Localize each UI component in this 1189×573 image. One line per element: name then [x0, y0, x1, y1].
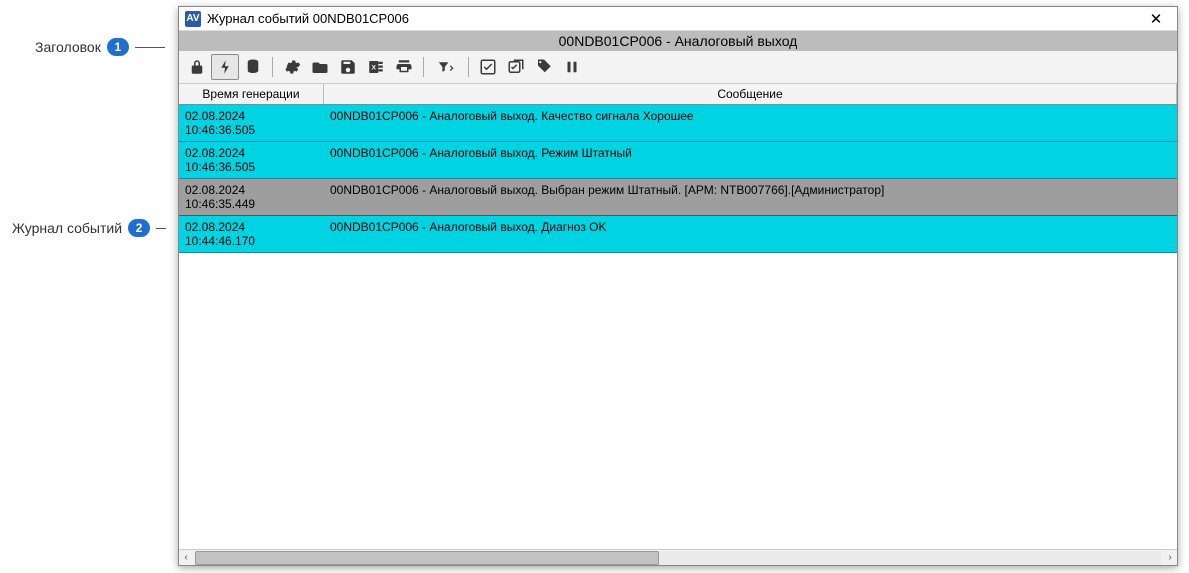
grid-body[interactable]: 02.08.2024 10:46:36.505 00NDB01CP006 - А…	[179, 105, 1177, 549]
scroll-right-icon[interactable]: ›	[1163, 551, 1177, 565]
horizontal-scrollbar[interactable]: ‹ ›	[179, 549, 1177, 565]
table-row[interactable]: 02.08.2024 10:46:35.449 00NDB01CP006 - А…	[179, 179, 1177, 216]
callout-line	[156, 228, 166, 229]
svg-text:X: X	[371, 64, 376, 71]
toolbar-separator	[468, 57, 469, 77]
close-icon[interactable]: ✕	[1141, 9, 1171, 29]
cell-msg: 00NDB01CP006 - Аналоговый выход. Диагноз…	[324, 216, 1177, 252]
cell-msg: 00NDB01CP006 - Аналоговый выход. Режим Ш…	[324, 142, 1177, 178]
table-row[interactable]: 02.08.2024 10:46:36.505 00NDB01CP006 - А…	[179, 105, 1177, 142]
callout-journal: Журнал событий 2	[12, 219, 166, 237]
header-strip: 00NDB01CP006 - Аналоговый выход	[179, 31, 1177, 51]
toolbar: X	[179, 51, 1177, 84]
window-title: Журнал событий 00NDB01CP006	[207, 11, 1135, 26]
column-header-message[interactable]: Сообщение	[324, 84, 1177, 104]
callout-badge: 1	[107, 38, 129, 56]
callout-header: Заголовок 1	[35, 38, 165, 56]
bolt-icon[interactable]	[211, 54, 239, 80]
cell-time: 02.08.2024 10:44:46.170	[179, 216, 324, 252]
cell-time: 02.08.2024 10:46:36.505	[179, 142, 324, 178]
scroll-left-icon[interactable]: ‹	[179, 551, 193, 565]
pause-icon[interactable]	[558, 54, 586, 80]
column-header-time[interactable]: Время генерации	[179, 84, 324, 104]
check-box-icon[interactable]	[474, 54, 502, 80]
print-icon[interactable]	[390, 54, 418, 80]
cell-msg: 00NDB01CP006 - Аналоговый выход. Качеств…	[324, 105, 1177, 141]
lock-icon[interactable]	[183, 54, 211, 80]
gear-icon[interactable]	[278, 54, 306, 80]
callout-label: Журнал событий	[12, 220, 122, 236]
event-grid: Время генерации Сообщение 02.08.2024 10:…	[179, 84, 1177, 549]
grid-header: Время генерации Сообщение	[179, 84, 1177, 105]
cell-msg: 00NDB01CP006 - Аналоговый выход. Выбран …	[324, 179, 1177, 215]
cell-time: 02.08.2024 10:46:35.449	[179, 179, 324, 215]
callout-line	[135, 47, 165, 48]
tag-icon[interactable]	[530, 54, 558, 80]
titlebar: AV Журнал событий 00NDB01CP006 ✕	[179, 7, 1177, 31]
callout-badge: 2	[128, 219, 150, 237]
check-all-icon[interactable]	[502, 54, 530, 80]
excel-icon[interactable]: X	[362, 54, 390, 80]
toolbar-separator	[423, 57, 424, 77]
scroll-thumb[interactable]	[195, 551, 659, 565]
folder-open-icon[interactable]	[306, 54, 334, 80]
toolbar-separator	[272, 57, 273, 77]
save-icon[interactable]	[334, 54, 362, 80]
app-icon: AV	[185, 11, 201, 27]
table-row[interactable]: 02.08.2024 10:46:36.505 00NDB01CP006 - А…	[179, 142, 1177, 179]
callout-label: Заголовок	[35, 39, 101, 55]
event-log-window: AV Журнал событий 00NDB01CP006 ✕ 00NDB01…	[178, 6, 1178, 566]
cell-time: 02.08.2024 10:46:36.505	[179, 105, 324, 141]
filter-icon[interactable]	[429, 54, 463, 80]
scroll-track[interactable]	[195, 551, 1161, 565]
database-icon[interactable]	[239, 54, 267, 80]
table-row[interactable]: 02.08.2024 10:44:46.170 00NDB01CP006 - А…	[179, 216, 1177, 253]
